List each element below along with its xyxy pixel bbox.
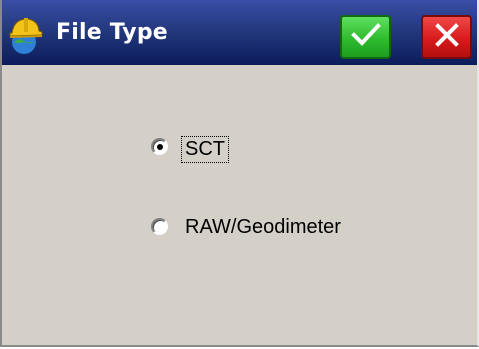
option-label-raw-geodimeter[interactable]: RAW/Geodimeter (185, 216, 341, 239)
option-label-sct[interactable]: SCT (181, 136, 229, 163)
radio-raw-geodimeter[interactable] (151, 218, 168, 235)
radio-sct[interactable] (151, 138, 168, 155)
window-title: File Type (56, 20, 168, 45)
radio-dot (156, 143, 163, 150)
checkmark-icon (350, 22, 381, 52)
close-button[interactable] (421, 15, 472, 59)
hardhat-surveyor-icon (6, 15, 46, 55)
title-bar: File Type (2, 0, 477, 65)
file-type-dialog: File Type SCT RAW/Geodimeter (0, 0, 479, 347)
close-x-icon (434, 22, 460, 52)
ok-button[interactable] (340, 15, 391, 59)
